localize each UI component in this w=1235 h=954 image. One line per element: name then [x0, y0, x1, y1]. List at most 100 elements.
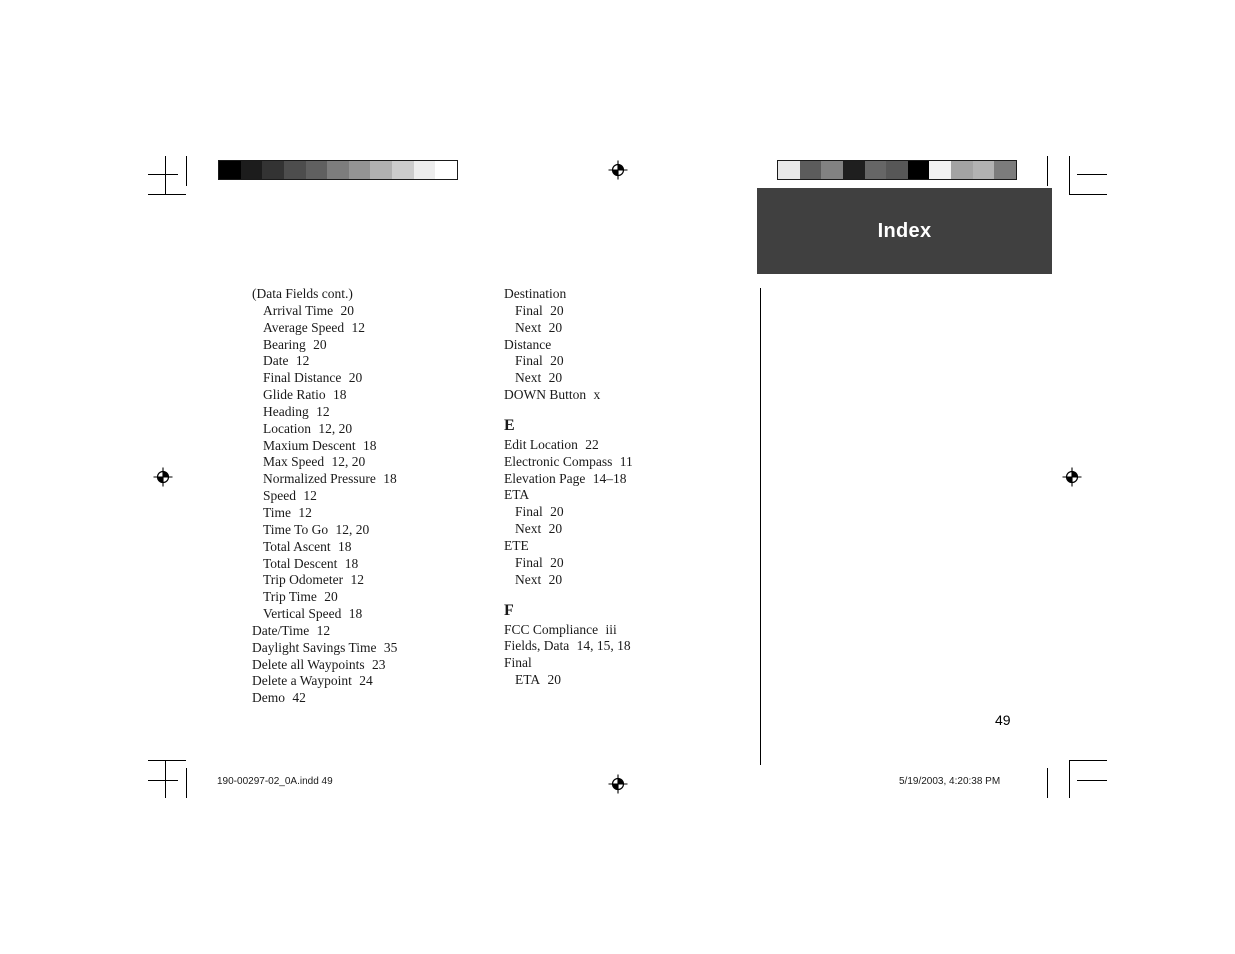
- index-entry-label: Vertical Speed: [263, 606, 342, 622]
- index-entry-pages: 20: [545, 319, 563, 335]
- index-entry-label: Final: [515, 504, 543, 520]
- index-entry: Glide Ratio 18: [252, 387, 482, 404]
- index-entry-pages: x: [590, 387, 601, 403]
- index-entry: Next 20: [504, 320, 734, 337]
- index-entry-pages: 12: [348, 319, 365, 335]
- calibration-patch: [262, 161, 284, 179]
- calibration-patch: [305, 161, 328, 179]
- index-entry-label: Fields, Data: [504, 638, 570, 654]
- index-entry-pages: 12, 20: [314, 420, 353, 436]
- index-entry: Max Speed 12, 20: [252, 454, 482, 471]
- index-entry-pages: 42: [289, 690, 306, 706]
- index-entry: Delete a Waypoint 24: [252, 673, 482, 690]
- calibration-patch: [842, 161, 865, 179]
- calibration-patch: [907, 161, 930, 179]
- calibration-patch: [435, 161, 458, 179]
- crop-mark-bottom-right-h-outer: [1069, 760, 1107, 761]
- index-entry-label: Date: [263, 353, 289, 369]
- crop-mark-bottom-left-h-inner: [148, 780, 178, 781]
- index-entry-pages: 20: [546, 302, 564, 318]
- footer-timestamp: 5/19/2003, 4:20:38 PM: [899, 776, 1001, 787]
- calibration-patch: [821, 161, 843, 179]
- index-entry-pages: 18: [329, 387, 347, 403]
- index-entry-pages: 12: [347, 572, 365, 588]
- index-entry-pages: 12: [313, 622, 331, 638]
- index-entry-pages: 20: [320, 589, 338, 605]
- index-entry: Final: [504, 655, 734, 672]
- page-number: 49: [995, 712, 1011, 728]
- index-entry: Fields, Data 14, 15, 18: [504, 638, 734, 655]
- index-entry: Location 12, 20: [252, 421, 482, 438]
- index-entry: Distance: [504, 337, 734, 354]
- index-entry: Final 20: [504, 555, 734, 572]
- index-entry: Demo 42: [252, 690, 482, 707]
- index-entry: ETA 20: [504, 672, 734, 689]
- crop-mark-top-left-h-outer: [148, 194, 186, 195]
- calibration-patch: [951, 161, 973, 179]
- index-entry-pages: 14, 15, 18: [573, 638, 631, 654]
- crop-mark-bottom-right-outer: [1069, 760, 1070, 798]
- index-entry: Time 12: [252, 505, 482, 522]
- index-entry: Elevation Page 14–18: [504, 471, 734, 488]
- calibration-patch: [864, 161, 887, 179]
- index-entry: Total Ascent 18: [252, 539, 482, 556]
- index-entry-label: Normalized Pressure: [263, 471, 376, 487]
- footer-filename: 190-00297-02_0A.indd 49: [217, 776, 333, 787]
- index-entry: Next 20: [504, 521, 734, 538]
- index-entry: Trip Odometer 12: [252, 572, 482, 589]
- index-entry-pages: 20: [545, 571, 563, 587]
- vertical-divider-rule: [760, 288, 761, 765]
- index-entry-pages: iii: [602, 621, 617, 637]
- crop-mark-top-right-inner: [1047, 156, 1048, 186]
- index-entry-label: FCC Compliance: [504, 621, 599, 637]
- registration-target-bottom-center: [608, 774, 628, 794]
- crop-mark-bottom-left-inner: [186, 768, 187, 798]
- crop-mark-top-right-h-inner: [1077, 174, 1107, 175]
- index-entry: Time To Go 12, 20: [252, 522, 482, 539]
- index-entry-label: Final Distance: [263, 370, 342, 386]
- index-entry-label: Speed: [263, 488, 296, 504]
- index-entry-pages: 18: [334, 538, 352, 554]
- index-entry-label: (Data Fields cont.): [252, 286, 353, 301]
- index-entry-label: Delete a Waypoint: [252, 673, 352, 689]
- index-entry: Bearing 20: [252, 337, 482, 354]
- calibration-patch: [778, 161, 800, 179]
- index-entry: Edit Location 22: [504, 437, 734, 454]
- crop-mark-top-left-outer: [165, 156, 166, 194]
- index-entry-label: Next: [515, 521, 542, 537]
- index-entry-label: Final: [515, 353, 543, 369]
- index-entry-label: ETA: [504, 487, 530, 503]
- index-entry-label: Maxium Descent: [263, 437, 356, 453]
- index-header-block: Index: [757, 188, 1052, 274]
- index-entry-label: Average Speed: [263, 319, 345, 335]
- index-entry-label: Next: [515, 571, 542, 587]
- calibration-patch: [413, 161, 436, 179]
- index-entry-pages: 20: [337, 302, 355, 318]
- index-entry: Final Distance 20: [252, 370, 482, 387]
- index-entry-label: Trip Time: [263, 589, 317, 605]
- index-entry: Delete all Waypoints 23: [252, 657, 482, 674]
- crop-mark-bottom-right-inner: [1047, 768, 1048, 798]
- index-entry-pages: 18: [341, 555, 359, 571]
- registration-target-top-center: [608, 160, 628, 180]
- index-entry: Final 20: [504, 303, 734, 320]
- index-entry: Destination: [504, 286, 734, 303]
- index-entry: FCC Compliance iii: [504, 622, 734, 639]
- index-entry-pages: 24: [355, 673, 373, 689]
- document-page: Index (Data Fields cont.) Arrival Time 20…: [0, 0, 1235, 954]
- index-entry: ETA: [504, 487, 734, 504]
- index-entry: Electronic Compass 11: [504, 454, 734, 471]
- registration-target-left: [153, 467, 173, 487]
- index-column-1: (Data Fields cont.) Arrival Time 20 Averag…: [252, 286, 482, 707]
- crop-mark-top-right-h-outer: [1069, 194, 1107, 195]
- index-entry-label: Max Speed: [263, 454, 325, 470]
- index-entry: Normalized Pressure 18: [252, 471, 482, 488]
- calibration-patch: [392, 161, 414, 179]
- index-entry: Heading 12: [252, 404, 482, 421]
- calibration-patch: [929, 161, 952, 179]
- index-entry-label: ETA: [515, 672, 541, 688]
- index-entry: Date/Time 12: [252, 623, 482, 640]
- registration-target-right: [1062, 467, 1082, 487]
- crop-mark-top-left-inner: [186, 156, 187, 186]
- calibration-patch: [219, 161, 241, 179]
